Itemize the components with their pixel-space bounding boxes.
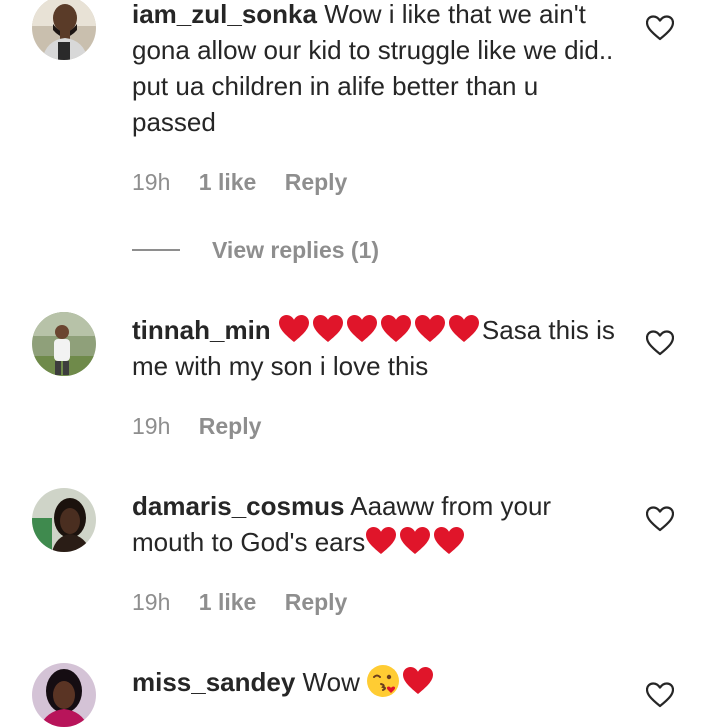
red-heart-icon (399, 526, 431, 556)
comment-text: miss_sandey Wow (132, 664, 622, 700)
avatar[interactable] (32, 0, 96, 60)
red-heart-icon (346, 314, 378, 344)
comment-meta: 19h Reply (132, 412, 283, 440)
comment-time: 19h (132, 169, 171, 195)
comment-body: Wow (295, 667, 360, 697)
avatar[interactable] (32, 312, 96, 376)
comment-username[interactable]: damaris_cosmus (132, 491, 344, 521)
avatar[interactable] (32, 488, 96, 552)
heart-emoji-group (365, 527, 467, 557)
heart-outline-icon[interactable] (646, 15, 674, 41)
comment-meta: 19h 1 like Reply (132, 168, 369, 196)
reply-button[interactable]: Reply (285, 589, 348, 615)
heart-outline-icon[interactable] (646, 330, 674, 356)
heart-emoji-group (278, 315, 482, 345)
heart-outline-icon[interactable] (646, 506, 674, 532)
comment-meta: 19h 1 like Reply (132, 588, 369, 616)
comment-time: 19h (132, 413, 171, 439)
heart-emoji-group (402, 667, 436, 697)
comment-username[interactable]: miss_sandey (132, 667, 295, 697)
comment-text: tinnah_min Sasa this is me with my son i… (132, 312, 622, 384)
comment-likes[interactable]: 1 like (199, 589, 257, 615)
red-heart-icon (402, 666, 434, 696)
red-heart-icon (312, 314, 344, 344)
comment-time: 19h (132, 589, 171, 615)
avatar[interactable] (32, 663, 96, 727)
face-blowing-kiss-icon (366, 664, 400, 698)
divider (132, 249, 180, 251)
red-heart-icon (448, 314, 480, 344)
reply-button[interactable]: Reply (199, 413, 262, 439)
red-heart-icon (278, 314, 310, 344)
red-heart-icon (433, 526, 465, 556)
red-heart-icon (380, 314, 412, 344)
red-heart-icon (365, 526, 397, 556)
comment-text: iam_zul_sonka Wow i like that we ain't g… (132, 0, 622, 140)
heart-outline-icon[interactable] (646, 682, 674, 708)
red-heart-icon (414, 314, 446, 344)
comment-text: damaris_cosmus Aaaww from your mouth to … (132, 488, 622, 560)
view-replies-label[interactable]: View replies (1) (212, 236, 379, 264)
comment-username[interactable]: iam_zul_sonka (132, 0, 317, 29)
comment-likes[interactable]: 1 like (199, 169, 257, 195)
comment-username[interactable]: tinnah_min (132, 315, 271, 345)
reply-button[interactable]: Reply (285, 169, 348, 195)
